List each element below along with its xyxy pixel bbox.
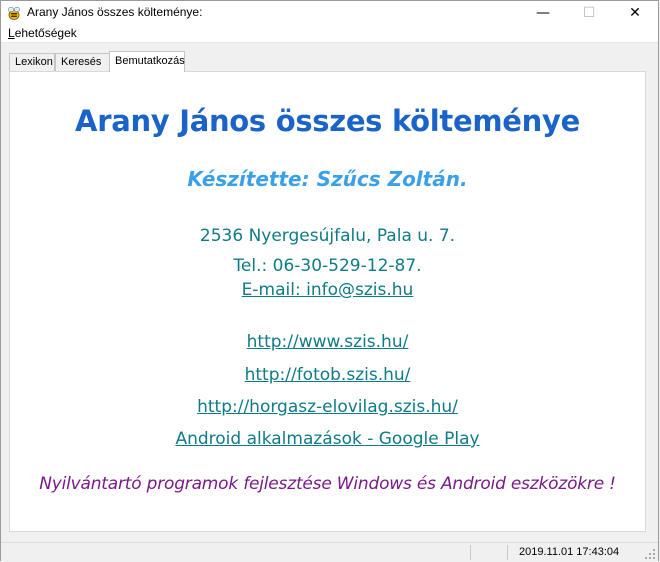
menu-options-mnemonic: L: [8, 26, 15, 40]
app-heading: Arany János összes költeménye: [75, 104, 580, 138]
maximize-button[interactable]: ☐: [566, 1, 612, 25]
status-separator: [507, 545, 508, 560]
link-google-play[interactable]: Android alkalmazások - Google Play: [10, 429, 645, 449]
close-icon: ✕: [629, 5, 641, 21]
close-button[interactable]: ✕: [612, 1, 658, 25]
tab-kereses[interactable]: Keresés: [55, 53, 111, 71]
main-window: Arany János összes költeménye: — ☐ ✕ Leh…: [0, 0, 659, 561]
resize-grip-icon[interactable]: [644, 548, 656, 560]
status-separator: [470, 545, 471, 560]
link-szis-home[interactable]: http://www.szis.hu/: [10, 332, 645, 352]
minimize-icon: —: [536, 5, 550, 21]
window-title: Arany János összes költeménye:: [27, 5, 203, 19]
tab-bemutatkozas[interactable]: Bemutatkozás: [109, 51, 185, 72]
link-horgasz-elovilag[interactable]: http://horgasz-elovilag.szis.hu/: [10, 397, 645, 417]
maximize-icon: ☐: [582, 5, 596, 21]
menu-options-label: ehetőségek: [14, 26, 77, 40]
bee-app-icon: [7, 6, 21, 20]
phone-line: Tel.: 06-30-529-12-87.: [233, 256, 422, 276]
menu-bar: Lehetőségek: [1, 24, 658, 43]
status-datetime: 2019.11.01 17:43:04: [519, 546, 620, 558]
tab-lexikon[interactable]: Lexikon: [9, 53, 55, 71]
address-line: 2536 Nyergesújfalu, Pala u. 7.: [199, 226, 456, 246]
link-fotob[interactable]: http://fotob.szis.hu/: [10, 365, 645, 385]
about-panel: Arany János összes költeménye Készítette…: [9, 71, 646, 532]
tagline: Nyilvántartó programok fejlesztése Windo…: [39, 474, 616, 494]
author-line: Készítette: Szűcs Zoltán.: [187, 167, 468, 191]
minimize-button[interactable]: —: [520, 1, 566, 25]
status-bar: 2019.11.01 17:43:04: [1, 542, 658, 561]
menu-options[interactable]: Lehetőségek: [8, 26, 77, 40]
title-bar[interactable]: Arany János összes költeménye: — ☐ ✕: [1, 0, 658, 24]
email-link[interactable]: E-mail: info@szis.hu: [10, 280, 645, 300]
